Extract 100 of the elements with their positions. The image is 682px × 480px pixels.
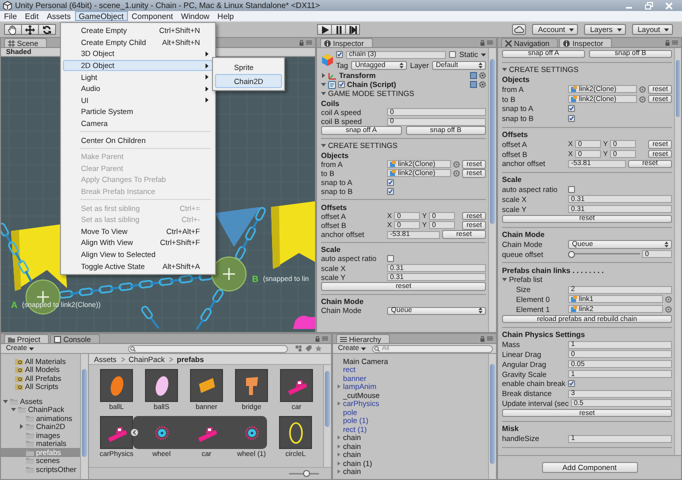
lock-icon[interactable] bbox=[299, 40, 304, 46]
caret-icon bbox=[481, 52, 486, 57]
checkbox[interactable] bbox=[338, 81, 345, 88]
close-icon[interactable] bbox=[665, 2, 673, 10]
caret-icon bbox=[664, 28, 670, 32]
restore-icon[interactable] bbox=[645, 2, 653, 10]
caret-icon bbox=[361, 346, 366, 350]
asset-thumbnail[interactable] bbox=[100, 369, 133, 402]
blob-shape bbox=[293, 316, 315, 329]
transform-icon bbox=[328, 72, 337, 80]
filter-icon[interactable] bbox=[295, 345, 302, 352]
caret-icon bbox=[664, 240, 669, 248]
chain-drawing bbox=[1, 222, 32, 282]
menu-item[interactable]: Help bbox=[213, 11, 238, 21]
playback-button[interactable] bbox=[345, 24, 360, 35]
menu-item[interactable]: File bbox=[0, 11, 21, 21]
search-icon bbox=[130, 346, 137, 352]
foldout-icon[interactable] bbox=[3, 398, 8, 404]
checkbox[interactable] bbox=[568, 115, 575, 122]
scrollbar[interactable] bbox=[323, 365, 331, 467]
lock-icon[interactable] bbox=[665, 40, 670, 46]
scrollbar[interactable] bbox=[674, 48, 681, 455]
info-icon bbox=[324, 40, 331, 46]
checkbox[interactable] bbox=[387, 255, 394, 262]
tool-button[interactable] bbox=[38, 24, 56, 35]
cube-icon bbox=[321, 53, 334, 67]
tool-button[interactable] bbox=[21, 24, 39, 35]
asset-thumbnail[interactable] bbox=[279, 416, 312, 449]
foldout-icon[interactable] bbox=[11, 407, 16, 412]
compass-icon bbox=[505, 40, 512, 46]
triangle-shape bbox=[215, 207, 260, 247]
menu-icon[interactable] bbox=[322, 336, 328, 340]
foldout-icon[interactable] bbox=[502, 67, 507, 72]
scrollbar[interactable] bbox=[80, 354, 88, 479]
menu-item[interactable]: Edit bbox=[20, 11, 43, 21]
asset-thumbnail[interactable] bbox=[100, 416, 133, 449]
chevron-icon bbox=[120, 356, 125, 362]
caret-icon bbox=[399, 62, 404, 69]
asset-thumbnail[interactable] bbox=[235, 369, 268, 402]
foldout-icon[interactable] bbox=[19, 424, 24, 430]
expand-arrow-icon[interactable] bbox=[336, 384, 340, 390]
star-icon[interactable] bbox=[315, 345, 322, 352]
console-icon bbox=[54, 336, 62, 342]
checkbox[interactable] bbox=[449, 51, 456, 58]
caret-icon bbox=[569, 28, 574, 32]
menu-icon[interactable] bbox=[306, 40, 312, 44]
play-icon bbox=[320, 24, 330, 34]
checkbox[interactable] bbox=[336, 51, 343, 58]
cloud-icon bbox=[514, 26, 524, 33]
scrollbar[interactable] bbox=[488, 354, 496, 479]
menu-icon[interactable] bbox=[487, 336, 493, 340]
chain-drawing bbox=[234, 206, 267, 262]
slider-thumb[interactable] bbox=[302, 470, 310, 477]
handle-circle[interactable] bbox=[212, 256, 246, 292]
checkbox[interactable] bbox=[387, 188, 394, 196]
list-icon bbox=[340, 336, 347, 342]
grid-icon bbox=[8, 40, 15, 46]
menu-icon[interactable] bbox=[672, 40, 678, 44]
lock-icon[interactable] bbox=[315, 336, 320, 342]
banner-shape bbox=[271, 201, 315, 269]
playback-button[interactable] bbox=[317, 24, 332, 35]
scrollbar[interactable] bbox=[488, 48, 496, 332]
asset-thumbnail[interactable] bbox=[190, 369, 223, 402]
menu-item[interactable]: Window bbox=[176, 11, 214, 21]
caret-icon bbox=[29, 346, 34, 350]
search-field[interactable] bbox=[128, 344, 288, 352]
window-title: Unity Personal (64bit) - scene_1.unity - Chain - PC, Mac & Linux Standalone* <DX11> bbox=[15, 1, 321, 10]
checkbox[interactable] bbox=[568, 105, 575, 112]
step-icon bbox=[348, 24, 358, 34]
menu-item[interactable]: Assets bbox=[42, 11, 75, 21]
checkbox[interactable] bbox=[387, 179, 394, 186]
foldout-icon[interactable] bbox=[502, 277, 507, 282]
tool-button[interactable] bbox=[4, 24, 22, 35]
info-icon bbox=[563, 40, 570, 46]
pause-icon bbox=[334, 24, 344, 34]
hand-icon bbox=[8, 24, 18, 34]
asset-thumbnail[interactable] bbox=[145, 369, 178, 402]
lock-icon[interactable] bbox=[480, 40, 485, 46]
caret-icon bbox=[478, 307, 483, 314]
playback-button[interactable] bbox=[331, 24, 346, 35]
cloud-button[interactable] bbox=[512, 24, 526, 35]
expand-arrow-icon[interactable] bbox=[336, 401, 340, 406]
lock-icon[interactable] bbox=[480, 336, 485, 342]
chevron-icon bbox=[168, 356, 173, 362]
foldout-icon[interactable] bbox=[321, 91, 326, 96]
foldout-icon[interactable] bbox=[321, 73, 326, 78]
menu-item[interactable]: GameObject bbox=[74, 11, 128, 21]
move-icon bbox=[25, 24, 35, 34]
slider-track[interactable] bbox=[568, 250, 640, 258]
checkbox[interactable] bbox=[568, 186, 575, 193]
slider-thumb[interactable] bbox=[568, 250, 575, 258]
caret-icon bbox=[616, 28, 622, 32]
menu-item[interactable]: Component bbox=[128, 11, 177, 21]
chain-drawing bbox=[140, 304, 160, 329]
asset-thumbnail[interactable] bbox=[280, 369, 313, 402]
foldout-icon[interactable] bbox=[321, 143, 326, 148]
foldout-icon[interactable] bbox=[321, 82, 326, 88]
caret-icon bbox=[478, 62, 483, 69]
menu-icon[interactable] bbox=[487, 40, 493, 44]
checkbox[interactable] bbox=[568, 380, 575, 388]
